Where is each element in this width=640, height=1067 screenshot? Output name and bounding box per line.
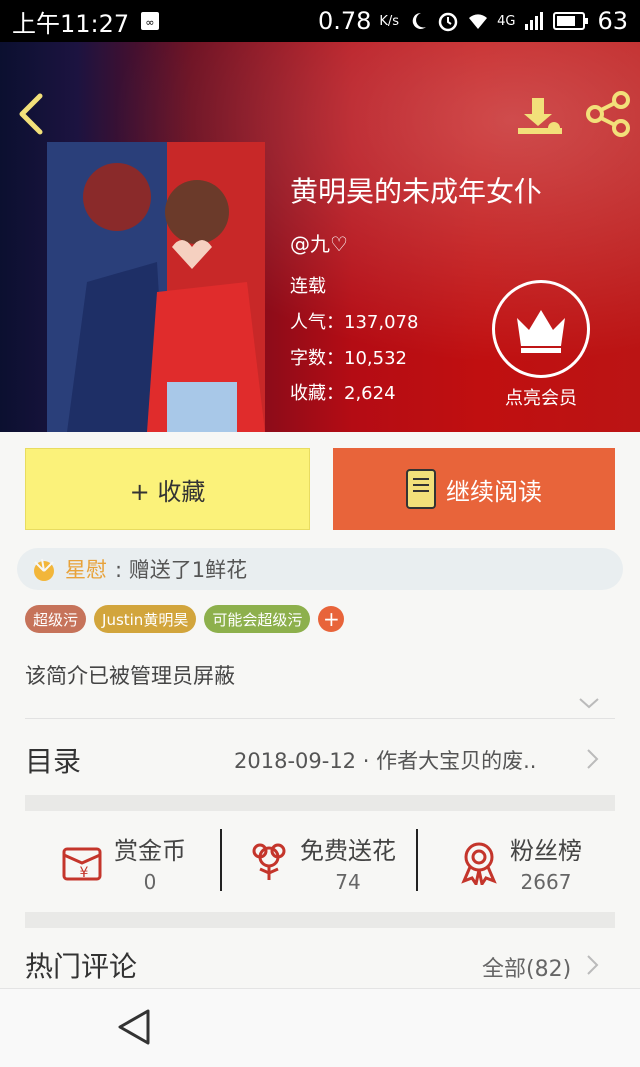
vip-button[interactable]	[492, 280, 590, 378]
section-divider	[25, 912, 615, 928]
back-arrow-icon[interactable]	[14, 92, 50, 136]
expand-chevron-icon[interactable]	[578, 695, 600, 711]
tag[interactable]: 可能会超级污	[204, 605, 311, 633]
book-title: 黄明昊的未成年女仆	[290, 175, 543, 208]
nav-back-triangle-icon[interactable]	[116, 1007, 152, 1047]
vertical-divider	[220, 829, 222, 891]
share-icon[interactable]	[584, 90, 632, 138]
continue-reading-button[interactable]: 继续阅读	[333, 448, 615, 530]
status-bar: 上午11:27 ∞ 0.78 K/s 4G 63	[0, 0, 640, 42]
chevron-right-icon[interactable]	[586, 954, 600, 976]
reward-count: 2667	[520, 869, 572, 894]
download-icon[interactable]	[516, 94, 564, 138]
favorite-label: + 收藏	[129, 477, 206, 506]
svg-text:∞: ∞	[146, 16, 155, 29]
continue-reading-label: 继续阅读	[446, 477, 542, 506]
divider	[25, 718, 615, 719]
net-speed: 0.78	[317, 7, 372, 35]
stat-favorites: 收藏：2,624	[290, 379, 396, 405]
book-intro: 该简介已被管理员屏蔽	[25, 664, 235, 688]
flower-icon	[252, 843, 286, 880]
battery-level: 63	[597, 7, 628, 35]
stat-label: 收藏：	[290, 383, 344, 404]
reward-label: 免费送花	[300, 836, 396, 865]
add-tag-button[interactable]: +	[318, 606, 345, 632]
book-header: 黄明昊的未成年女仆 @九♡ 连载 人气：137,078 字数：10,532 收藏…	[0, 42, 640, 432]
book-cover-image	[47, 142, 265, 432]
book-icon	[406, 469, 436, 509]
book-status: 连载	[290, 276, 326, 297]
gift-user[interactable]: 星慰	[65, 554, 107, 584]
status-time: 上午11:27	[12, 9, 130, 38]
vertical-divider	[416, 829, 418, 891]
tag-list: 超级污 Justin黄明昊 可能会超级污 +	[25, 605, 345, 633]
hot-comments-label: 热门评论	[25, 950, 138, 983]
reward-label: 粉丝榜	[510, 836, 582, 865]
reward-count: 0	[143, 869, 157, 894]
stat-popularity: 人气：137,078	[290, 308, 418, 334]
reward-count: 74	[335, 869, 361, 894]
net-speed-unit: K/s	[379, 13, 400, 29]
toc-latest-chapter[interactable]: 2018-09-12 · 作者大宝贝的废..	[234, 745, 564, 775]
medal-icon	[461, 842, 497, 885]
system-nav-bar	[0, 988, 640, 1067]
stat-value: 137,078	[344, 312, 419, 333]
network-type: 4G	[497, 13, 516, 29]
chevron-right-icon[interactable]	[586, 748, 600, 770]
tag[interactable]: Justin黄明昊	[94, 605, 197, 633]
all-comments-link[interactable]: 全部(82)	[482, 951, 571, 983]
infinity-notification-icon: ∞	[141, 12, 160, 30]
reward-fan-ranking[interactable]: 粉丝榜 2667	[456, 830, 582, 894]
moon-icon	[412, 12, 427, 29]
vip-label: 点亮会员	[505, 388, 577, 409]
battery-icon	[553, 12, 589, 30]
crown-icon	[517, 310, 565, 353]
reward-label: 赏金币	[114, 836, 186, 865]
toc-label[interactable]: 目录	[25, 740, 81, 780]
stat-value: 2,624	[344, 383, 396, 404]
stat-label: 人气：	[290, 312, 344, 333]
stat-word-count: 字数：10,532	[290, 344, 407, 370]
section-divider	[25, 795, 615, 811]
alarm-icon	[438, 12, 458, 32]
book-author[interactable]: @九♡	[290, 228, 348, 257]
svg-text:¥: ¥	[80, 865, 89, 881]
signal-icon	[525, 12, 544, 30]
wifi-icon	[469, 14, 488, 29]
tag[interactable]: 超级污	[25, 605, 87, 633]
add-to-favorites-button[interactable]: + 收藏	[25, 448, 310, 530]
reward-flowers[interactable]: 免费送花 74	[246, 830, 396, 894]
reward-coins[interactable]: ¥ 赏金币 0	[60, 830, 186, 894]
gift-flower-icon	[34, 558, 54, 581]
gift-notice: 星慰 : 赠送了1鲜花	[17, 548, 623, 590]
stat-value: 10,532	[344, 348, 407, 369]
gift-message: : 赠送了1鲜花	[115, 558, 248, 582]
stat-label: 字数：	[290, 348, 344, 369]
coin-envelope-icon: ¥	[62, 847, 102, 881]
